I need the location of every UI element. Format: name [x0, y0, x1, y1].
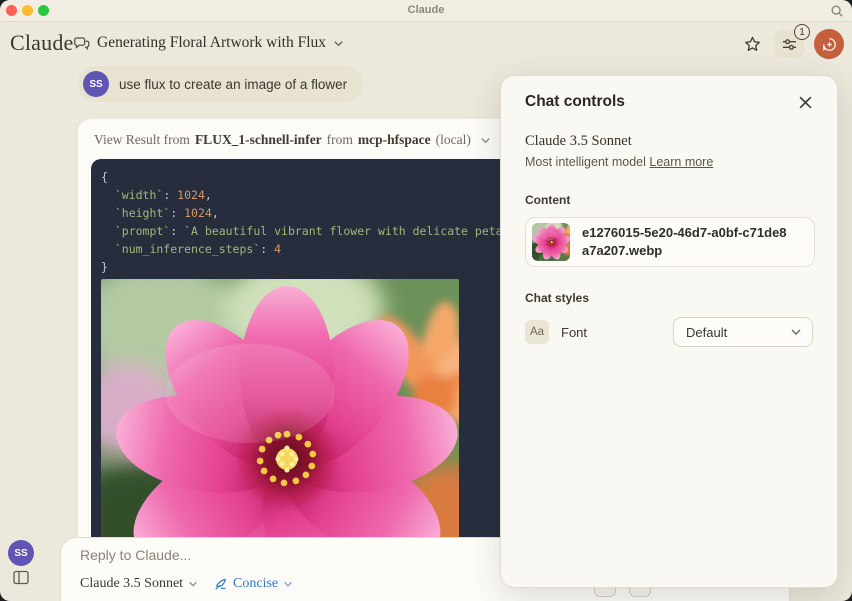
style-selector-label: Concise — [233, 576, 278, 592]
panel-title: Chat controls — [525, 93, 625, 111]
tool-name: FLUX_1-schnell-infer — [195, 132, 322, 148]
titlebar: Claude — [0, 0, 852, 22]
font-dropdown-value: Default — [686, 325, 727, 340]
server-name: mcp-hfspace — [358, 132, 431, 148]
code-key: `prompt` — [101, 224, 170, 238]
code-close-brace: } — [101, 260, 108, 274]
user-avatar: SS — [83, 71, 109, 97]
user-message: SS use flux to create an image of a flow… — [78, 66, 363, 102]
header-actions: 1 — [740, 29, 844, 59]
app-window: Claude Claude Generating Floral Artwork … — [0, 0, 852, 601]
star-conversation-button[interactable] — [740, 32, 764, 56]
conversation-title: Generating Floral Artwork with Flux — [97, 34, 326, 52]
chevron-down-icon — [188, 579, 198, 589]
header: Claude Generating Floral Artwork with Fl… — [0, 22, 852, 66]
tool-result-prefix: View Result from — [94, 132, 190, 148]
user-message-text: use flux to create an image of a flower — [119, 77, 347, 92]
content-file-card[interactable]: e1276015-5e20-46d7-a0bf-c71de8a7a207.web… — [525, 217, 815, 267]
chevron-down-icon — [790, 326, 802, 338]
code-string: `A beautiful vibrant flower with delicat… — [184, 224, 523, 238]
chat-controls-panel: Chat controls Claude 3.5 Sonnet Most int… — [500, 75, 838, 588]
reply-input[interactable] — [80, 547, 520, 563]
style-selector[interactable]: Concise — [214, 576, 293, 592]
learn-more-link[interactable]: Learn more — [649, 155, 713, 169]
model-description-text: Most intelligent model — [525, 155, 649, 169]
chat-bubbles-icon — [72, 34, 90, 52]
chat-styles-section-label: Chat styles — [525, 291, 813, 305]
code-value: 4 — [274, 242, 281, 256]
code-open-brace: { — [101, 170, 108, 184]
file-name: e1276015-5e20-46d7-a0bf-c71de8a7a207.web… — [582, 224, 787, 259]
window-title: Claude — [0, 4, 852, 16]
font-icon: Aa — [525, 320, 549, 344]
pen-style-icon — [214, 577, 228, 591]
search-icon[interactable] — [830, 4, 844, 18]
font-label: Font — [561, 325, 587, 340]
model-selector-label: Claude 3.5 Sonnet — [80, 576, 183, 592]
controls-badge: 1 — [794, 24, 810, 40]
code-comma: , — [212, 206, 219, 220]
generated-flower-image[interactable] — [101, 279, 459, 571]
composer-controls: Claude 3.5 Sonnet Concise — [80, 576, 293, 592]
chevron-down-icon — [333, 38, 344, 49]
panel-model-description: Most intelligent model Learn more — [525, 155, 813, 169]
code-value: 1024 — [184, 206, 212, 220]
account-avatar-initials: SS — [8, 540, 34, 566]
code-key: `width` — [101, 188, 163, 202]
code-comma: , — [205, 188, 212, 202]
tool-result-middle: from — [327, 132, 353, 148]
chevron-down-icon[interactable] — [480, 135, 491, 146]
new-chat-button[interactable] — [814, 29, 844, 59]
panel-model-name: Claude 3.5 Sonnet — [525, 133, 813, 150]
code-sep: : — [170, 206, 184, 220]
chevron-down-icon — [283, 579, 293, 589]
sidebar-toggle-icon[interactable] — [13, 570, 29, 585]
tool-result-suffix: (local) — [436, 132, 471, 148]
code-sep: : — [260, 242, 274, 256]
claude-wordmark: Claude — [10, 30, 74, 56]
chat-controls-button[interactable]: 1 — [774, 30, 804, 58]
code-key: `num_inference_steps` — [101, 242, 260, 256]
content-section-label: Content — [525, 193, 813, 207]
code-key: `height` — [101, 206, 170, 220]
close-icon[interactable] — [798, 95, 813, 110]
conversation-title-menu[interactable]: Generating Floral Artwork with Flux — [72, 34, 344, 52]
font-setting-row: Aa Font Default — [525, 317, 813, 347]
code-sep: : — [170, 224, 184, 238]
font-dropdown[interactable]: Default — [673, 317, 813, 347]
file-thumbnail — [532, 223, 570, 261]
code-value: 1024 — [177, 188, 205, 202]
model-selector[interactable]: Claude 3.5 Sonnet — [80, 576, 198, 592]
code-sep: : — [163, 188, 177, 202]
account-avatar[interactable]: SS — [8, 540, 34, 566]
